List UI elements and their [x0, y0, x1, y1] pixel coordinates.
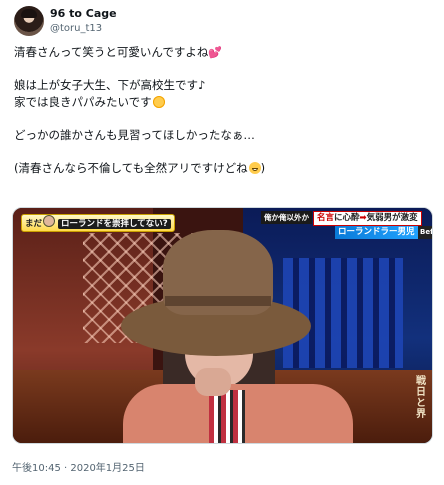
- caption-band: ローランドラー男児: [335, 226, 418, 239]
- tweet-line: 清春さんって笑うと可愛いんですよね💕: [14, 45, 223, 59]
- face-icon: [43, 215, 56, 227]
- side-text: 戦 日 と 界: [416, 376, 426, 420]
- tweet-text: 清春さんって笑うと可愛いんですよね💕 娘は上が女子大生、下が高校生です♪ 家では…: [14, 44, 430, 177]
- tweet-timestamp[interactable]: 午後10:45 · 2020年1月25日: [12, 459, 145, 474]
- tweet-line: (清春さんなら不倫しても全然アリですけどね): [14, 161, 266, 176]
- caption-left: まだ ローランドを崇拝してない?: [21, 214, 175, 232]
- grinning-face-icon: [248, 162, 261, 175]
- tweet-line: 家では良きパパみたいです: [14, 94, 430, 111]
- caption-corner: Befo: [418, 226, 432, 239]
- author-name[interactable]: 96 to Cage: [50, 7, 117, 20]
- tweet-image[interactable]: まだ ローランドを崇拝してない? 俺か俺以外か 名言に心酔➡気弱男が激変 ローラン…: [12, 207, 433, 444]
- author-handle[interactable]: @toru_t13: [50, 23, 102, 34]
- two-hearts-icon: 💕: [208, 46, 223, 59]
- smiling-face-with-halo-icon: [152, 95, 165, 108]
- caption-right: 名言に心酔➡気弱男が激変: [313, 211, 422, 226]
- avatar[interactable]: [14, 6, 44, 36]
- tweet-header: 96 to Cage @toru_t13: [14, 6, 434, 38]
- caption-tag: 俺か俺以外か: [261, 211, 312, 224]
- tweet-line: どっかの誰かさんも見習ってほしかったなぁ…: [14, 127, 255, 142]
- tweet-line: 娘は上が女子大生、下が高校生です♪: [14, 78, 206, 93]
